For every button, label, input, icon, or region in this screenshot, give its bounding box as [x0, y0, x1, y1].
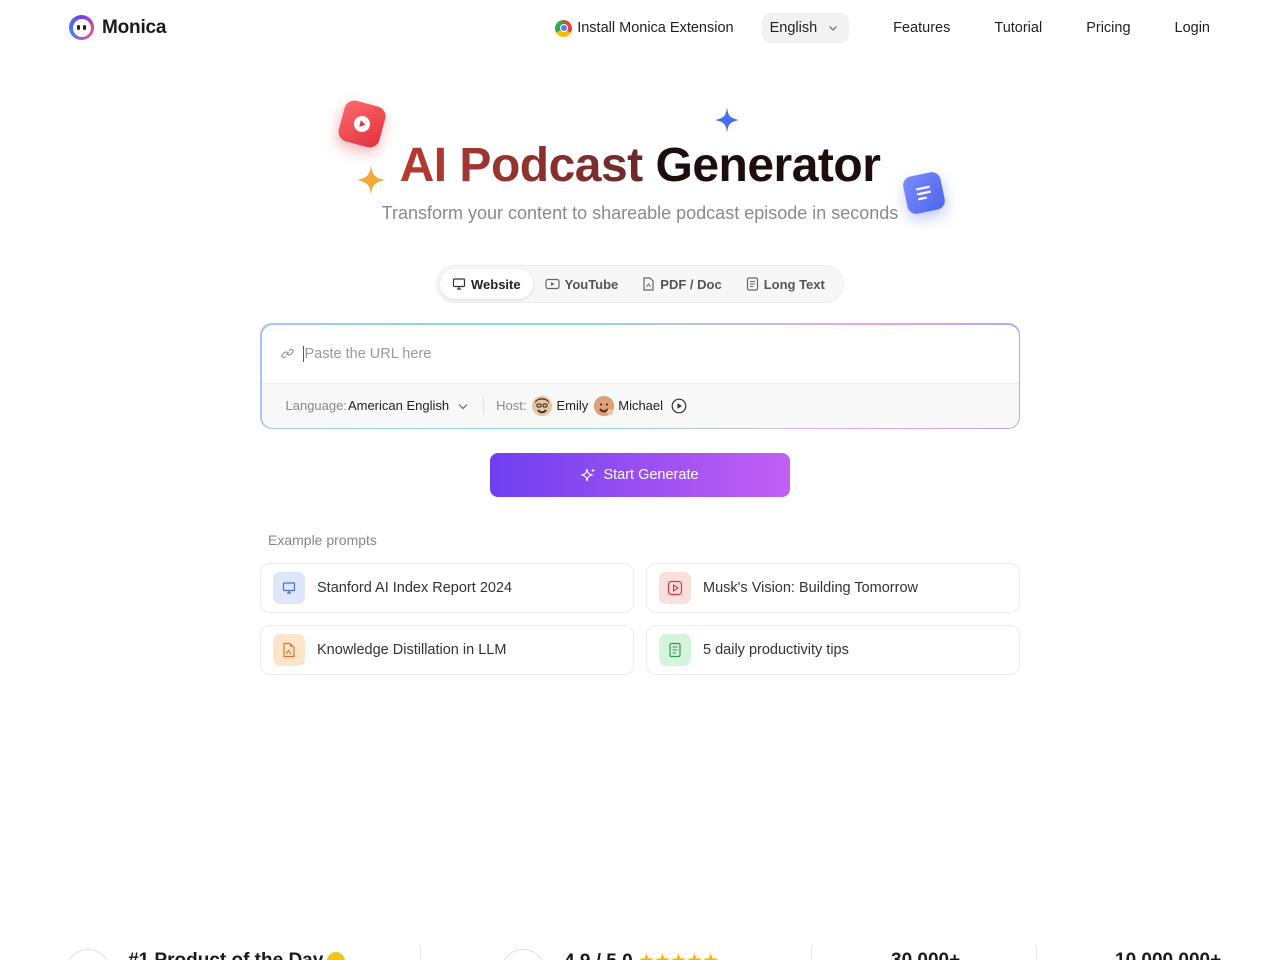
stats-divider — [1036, 946, 1037, 960]
file-icon — [643, 277, 654, 291]
url-input-card: Language: American English Host: Emily M… — [260, 323, 1020, 429]
title-rest: Generator — [655, 139, 881, 192]
product-of-day-label: #1 Product of the Day — [128, 950, 323, 960]
install-extension-link[interactable]: Install Monica Extension — [555, 19, 734, 37]
language-dropdown[interactable]: English — [761, 13, 850, 43]
emily-avatar — [532, 395, 553, 416]
url-input[interactable] — [302, 345, 903, 362]
example-prompts-title: Example prompts — [268, 532, 377, 548]
product-of-day-stat: #1 Product of the Day — [128, 950, 346, 960]
rating-badge-icon — [500, 949, 546, 960]
example-prompt-label: Knowledge Distillation in LLM — [317, 642, 507, 658]
tab-website-label: Website — [471, 276, 521, 292]
tab-website[interactable]: Website — [440, 269, 533, 299]
tab-pdf-doc[interactable]: PDF / Doc — [630, 269, 733, 299]
star-rating-icon: ★★★★★ — [638, 951, 719, 960]
top-navbar: Monica Install Monica Extension English … — [0, 0, 1280, 56]
example-prompt-card[interactable]: Musk's Vision: Building Tomorrow — [646, 563, 1020, 613]
text-doc-icon — [746, 277, 758, 291]
tab-youtube[interactable]: YouTube — [533, 269, 631, 299]
options-divider — [483, 397, 485, 414]
language-select[interactable]: Language: American English — [286, 398, 470, 413]
url-row — [262, 325, 1019, 383]
emily-name: Emily — [556, 398, 589, 413]
monica-logo-icon — [69, 15, 94, 40]
nav-menu: Install Monica Extension English Feature… — [555, 13, 1210, 43]
rating-stat: 4.9 / 5.0 ★★★★★ — [564, 950, 719, 960]
blue-sparkle-icon — [715, 107, 739, 133]
install-extension-label: Install Monica Extension — [577, 20, 734, 36]
nav-features[interactable]: Features — [893, 20, 950, 36]
stats-strip: #1 Product of the Day 4.9 / 5.0 ★★★★★ 30… — [0, 944, 1280, 960]
brand-name: Monica — [102, 16, 167, 38]
youtube-icon — [659, 572, 691, 604]
monitor-icon — [452, 278, 466, 290]
example-prompt-label: Stanford AI Index Report 2024 — [317, 580, 513, 596]
host-label: Host: — [496, 398, 527, 413]
host-michael[interactable]: Michael — [594, 395, 664, 416]
chevron-down-icon — [458, 403, 468, 409]
link-icon — [280, 348, 294, 359]
monitor-icon — [273, 572, 305, 604]
tab-youtube-label: YouTube — [564, 276, 619, 292]
nav-tutorial[interactable]: Tutorial — [994, 20, 1042, 36]
brand-logo[interactable]: Monica — [69, 15, 166, 40]
rating-value: 4.9 / 5.0 — [564, 951, 633, 960]
tab-pdf-doc-label: PDF / Doc — [660, 276, 722, 292]
host-emily[interactable]: Emily — [532, 395, 589, 416]
language-select-value: American English — [347, 398, 450, 413]
pdf-image-icon — [273, 634, 305, 666]
sparkle-icon — [581, 468, 595, 481]
options-row: Language: American English Host: Emily M… — [261, 382, 1019, 428]
tab-long-text-label: Long Text — [763, 276, 825, 292]
michael-avatar — [594, 395, 615, 416]
example-prompt-card[interactable]: 5 daily productivity tips — [646, 625, 1020, 675]
product-hunt-badge-icon — [65, 949, 111, 960]
count-stat-2: 10,000,000+ — [1115, 950, 1221, 960]
example-prompt-card[interactable]: Stanford AI Index Report 2024 — [260, 563, 634, 613]
start-generate-button[interactable]: Start Generate — [490, 453, 790, 497]
michael-name: Michael — [618, 398, 664, 413]
text-doc-icon — [659, 634, 691, 666]
nav-pricing[interactable]: Pricing — [1086, 20, 1130, 36]
page-title: AI Podcast Generator — [0, 138, 1280, 193]
start-generate-label: Start Generate — [603, 467, 699, 483]
example-prompt-label: 5 daily productivity tips — [703, 642, 849, 658]
tab-long-text[interactable]: Long Text — [734, 269, 837, 299]
medal-icon — [327, 951, 346, 960]
stats-divider — [811, 946, 812, 960]
example-prompt-label: Musk's Vision: Building Tomorrow — [703, 580, 918, 596]
play-preview-icon[interactable] — [671, 398, 687, 414]
example-prompt-card[interactable]: Knowledge Distillation in LLM — [260, 625, 634, 675]
stats-divider — [420, 946, 421, 960]
language-select-label: Language: — [285, 398, 347, 413]
title-highlight: AI Podcast — [399, 139, 644, 192]
chrome-icon — [555, 19, 573, 37]
chevron-down-icon — [829, 26, 838, 31]
source-tabs: Website YouTube PDF / Doc Long Text — [436, 265, 844, 303]
youtube-icon — [545, 278, 560, 290]
page-subtitle: Transform your content to shareable podc… — [381, 203, 899, 223]
count-stat-1: 30,000+ — [891, 950, 960, 960]
language-label: English — [769, 20, 818, 36]
nav-login[interactable]: Login — [1175, 20, 1210, 36]
